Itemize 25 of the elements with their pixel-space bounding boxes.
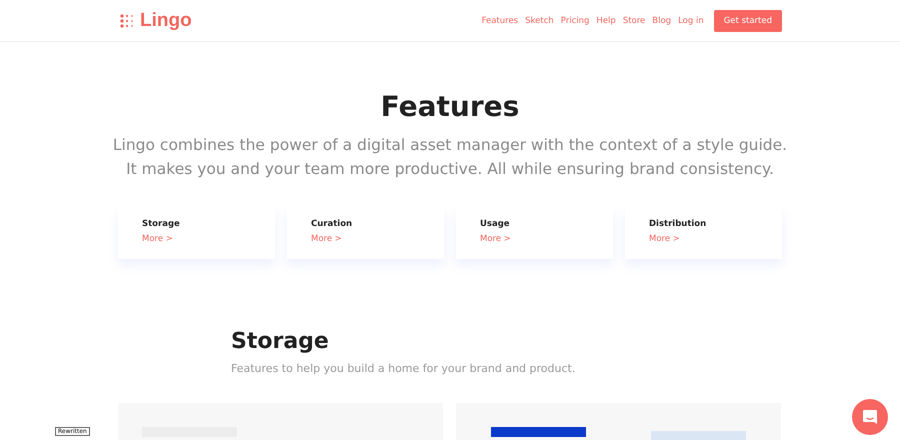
nav-link[interactable]: Log in [678, 16, 704, 26]
page-title: Features [380, 90, 520, 123]
more-link[interactable]: More > [649, 234, 782, 244]
nav-link[interactable]: Store [622, 16, 646, 26]
card-title: Usage [480, 219, 511, 229]
nav-link[interactable]: Help [596, 16, 616, 26]
more-link[interactable]: More > [311, 234, 444, 244]
nav-link[interactable]: Features [482, 16, 518, 26]
logo-icon [120, 14, 134, 28]
chat-icon [861, 408, 879, 426]
nav-link[interactable]: Sketch [525, 16, 554, 26]
nav-link[interactable]: Pricing [560, 16, 590, 26]
more-link[interactable]: More > [480, 234, 613, 244]
section-subtitle: Features to help you build a home for your brand and product. [231, 362, 576, 375]
brand-name[interactable]: Lingo [140, 10, 192, 32]
intro-text: Lingo combines the power of a digital asset manager with the context of a style guide. [112, 135, 788, 156]
more-link[interactable]: More > [142, 234, 275, 244]
card-title: Distribution [649, 219, 708, 229]
intro-text: It makes you and your team more productive. All while ensuring brand consistency. [125, 159, 775, 180]
card-title: Curation [311, 219, 354, 229]
chat-button[interactable] [852, 399, 888, 435]
get-started-button[interactable]: Get started [714, 10, 782, 32]
card-title: Storage [142, 219, 181, 229]
section-title: Storage [231, 329, 330, 354]
nav-link[interactable]: Blog [652, 16, 672, 26]
